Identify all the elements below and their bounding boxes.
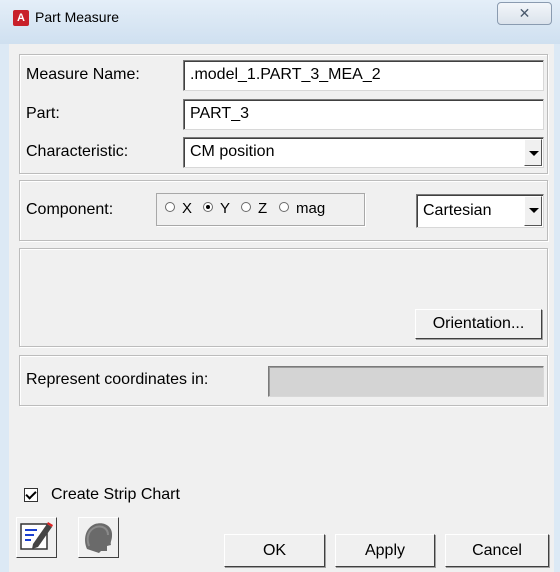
characteristic-select[interactable]: CM position: [183, 137, 544, 168]
radio-mag[interactable]: mag: [279, 200, 325, 217]
radio-y-label: Y: [220, 200, 231, 217]
characteristic-label: Characteristic:: [26, 143, 129, 160]
coordinate-system-select[interactable]: Cartesian: [416, 194, 544, 228]
dropdown-arrow-icon[interactable]: [524, 196, 542, 226]
component-radio-group: X Y Z mag: [156, 193, 365, 226]
coordinate-system-value: Cartesian: [423, 202, 492, 219]
window-title: Part Measure: [35, 9, 120, 25]
orientation-group: Orientation...: [19, 248, 548, 347]
orientation-button[interactable]: Orientation...: [415, 309, 542, 339]
radio-y[interactable]: Y: [203, 200, 230, 217]
radio-y-indicator: [203, 202, 213, 212]
radio-z-indicator: [241, 202, 251, 212]
create-strip-chart-checkbox[interactable]: [24, 488, 38, 502]
measure-name-input[interactable]: .model_1.PART_3_MEA_2: [183, 60, 544, 91]
represent-coordinates-input[interactable]: [268, 366, 544, 397]
dialog-body: Measure Name: .model_1.PART_3_MEA_2 Part…: [9, 44, 554, 572]
radio-z-label: Z: [258, 200, 268, 217]
component-group: Component: X Y Z mag Cartesian: [19, 180, 548, 241]
apply-button[interactable]: Apply: [335, 534, 435, 567]
radio-x-indicator: [165, 202, 175, 212]
title-bar[interactable]: A Part Measure ✕: [0, 0, 560, 44]
radio-x-label: X: [182, 200, 193, 217]
characteristic-value: CM position: [190, 143, 275, 160]
represent-coordinates-group: Represent coordinates in:: [19, 355, 548, 406]
represent-coordinates-label: Represent coordinates in:: [26, 371, 209, 388]
radio-mag-label: mag: [296, 200, 326, 217]
radio-x[interactable]: X: [165, 200, 192, 217]
cancel-button[interactable]: Cancel: [445, 534, 549, 567]
part-label: Part:: [26, 105, 60, 122]
edit-notes-icon: [20, 522, 53, 550]
ok-button[interactable]: OK: [224, 534, 325, 567]
radio-mag-indicator: [279, 202, 289, 212]
create-strip-chart-label[interactable]: Create Strip Chart: [51, 486, 180, 504]
close-icon[interactable]: ✕: [497, 2, 552, 25]
head-silhouette-icon: [85, 523, 113, 553]
radio-z[interactable]: Z: [241, 200, 267, 217]
part-input[interactable]: PART_3: [183, 99, 544, 130]
measure-name-label: Measure Name:: [26, 66, 140, 83]
comments-button[interactable]: [16, 517, 57, 558]
dropdown-arrow-icon[interactable]: [524, 139, 542, 166]
app-icon: A: [13, 10, 29, 26]
measure-definition-group: Measure Name: .model_1.PART_3_MEA_2 Part…: [19, 54, 548, 174]
component-label: Component:: [26, 201, 114, 218]
function-builder-button[interactable]: [78, 517, 119, 558]
